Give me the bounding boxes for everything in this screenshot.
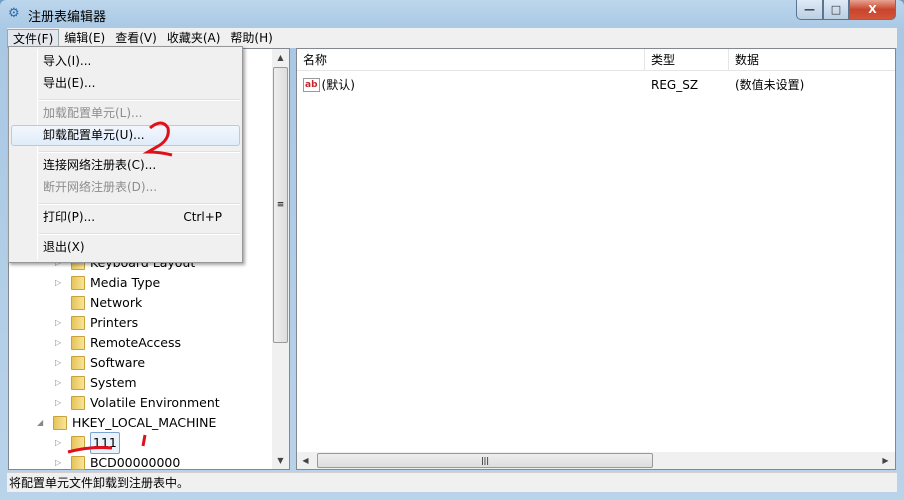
tree-item-label: Software	[90, 355, 146, 370]
menu-item-label: 导入(I)...	[43, 54, 92, 68]
scroll-thumb[interactable]: |||	[317, 453, 653, 468]
string-value-icon: ab	[303, 78, 320, 92]
folder-icon	[71, 396, 85, 410]
minimize-button[interactable]: —	[796, 0, 823, 20]
tree-item-label: BCD00000000	[90, 455, 181, 470]
file-menu-dropdown: 导入(I)... 导出(E)... 加载配置单元(L)... 卸载配置单元(U)...…	[8, 46, 243, 263]
values-pane: 名称 类型 数据 ab (默认) REG_SZ (数值未设置) ◀ ||| ▶	[296, 48, 896, 470]
menu-item-label: 卸载配置单元(U)...	[43, 128, 145, 142]
tree-item-label: System	[90, 375, 137, 390]
menu-separator	[39, 99, 240, 101]
values-horizontal-scrollbar[interactable]: ◀ ||| ▶	[297, 452, 895, 469]
file-menu-item[interactable]: 导入(I)...	[11, 51, 240, 72]
folder-icon	[71, 276, 85, 290]
menu-item-label: 加载配置单元(L)...	[43, 106, 143, 120]
folder-icon	[71, 436, 85, 450]
folder-icon	[71, 376, 85, 390]
registry-app-icon: ⚙	[8, 6, 20, 21]
menu-item-label: 打印(P)...	[43, 210, 96, 224]
menu-help[interactable]: 帮助(H)	[225, 29, 277, 48]
column-headers: 名称 类型 数据	[297, 49, 895, 71]
menu-item-label: 导出(E)...	[43, 76, 96, 90]
scroll-up-arrow-icon[interactable]: ▲	[272, 49, 289, 66]
menu-item-label: 断开网络注册表(D)...	[43, 180, 158, 194]
tree-item[interactable]: ▷ Volatile Environment	[55, 393, 220, 413]
expand-arrow-icon[interactable]: ▷	[55, 393, 67, 413]
value-type: REG_SZ	[651, 78, 699, 92]
menu-item-label: 退出(X)	[43, 240, 85, 254]
menu-separator	[39, 203, 240, 205]
status-bar: 将配置单元文件卸载到注册表中。	[7, 472, 897, 492]
menu-edit[interactable]: 编辑(E)	[59, 29, 110, 48]
tree-item-label: 111	[90, 432, 120, 454]
menu-separator	[39, 233, 240, 235]
tree-item[interactable]: ▷ System	[55, 373, 137, 393]
collapse-arrow-icon[interactable]: ◢	[37, 413, 49, 433]
expand-arrow-icon[interactable]: ▷	[55, 313, 67, 333]
menu-item-label: 连接网络注册表(C)...	[43, 158, 157, 172]
value-name: (默认)	[321, 78, 355, 92]
window-title: 注册表编辑器	[28, 10, 107, 25]
expand-arrow-icon[interactable]: ▷	[55, 453, 67, 473]
folder-icon	[71, 296, 85, 310]
file-menu-item[interactable]: 导出(E)...	[11, 73, 240, 94]
file-menu-item[interactable]: 卸载配置单元(U)...	[11, 125, 240, 146]
menu-separator	[39, 151, 240, 153]
expand-arrow-icon[interactable]: ▷	[55, 433, 67, 453]
scroll-thumb[interactable]: ≡	[273, 67, 288, 343]
expand-arrow-icon[interactable]: ▷	[55, 333, 67, 353]
column-type[interactable]: 类型	[645, 49, 729, 71]
file-menu-item[interactable]: 连接网络注册表(C)...	[11, 155, 240, 176]
value-row[interactable]: ab (默认) REG_SZ (数值未设置)	[297, 75, 895, 95]
tree-item[interactable]: Network	[55, 293, 142, 313]
menu-shortcut: Ctrl+P	[183, 210, 222, 224]
registry-editor-window: ⚙ 注册表编辑器 — □ X 文件(F) 编辑(E) 查看(V) 收藏夹(A) …	[0, 0, 904, 500]
tree-item[interactable]: ▷ Printers	[55, 313, 138, 333]
file-menu-item: 加载配置单元(L)...	[11, 103, 240, 124]
menu-file[interactable]: 文件(F)	[7, 28, 60, 48]
tree-item[interactable]: ▷ Software	[55, 353, 145, 373]
tree-item-label: Network	[90, 295, 143, 310]
file-menu-item[interactable]: 打印(P)... Ctrl+P	[11, 207, 240, 228]
tree-item[interactable]: ▷ Media Type	[55, 273, 160, 293]
tree-item[interactable]: ▷ BCD00000000	[55, 453, 180, 473]
tree-item-label: Printers	[90, 315, 139, 330]
folder-icon	[71, 316, 85, 330]
file-menu-item[interactable]: 退出(X)	[11, 237, 240, 258]
scroll-right-arrow-icon[interactable]: ▶	[877, 452, 894, 469]
title-bar: ⚙ 注册表编辑器 — □ X	[0, 0, 904, 28]
folder-icon	[71, 356, 85, 370]
tree-item-label: RemoteAccess	[90, 335, 182, 350]
folder-icon	[53, 416, 67, 430]
tree-item-label: Media Type	[90, 275, 161, 290]
menu-favorites[interactable]: 收藏夹(A)	[162, 29, 226, 48]
column-name[interactable]: 名称	[297, 49, 645, 71]
tree-item-label: HKEY_LOCAL_MACHINE	[72, 415, 217, 430]
menu-bar: 文件(F) 编辑(E) 查看(V) 收藏夹(A) 帮助(H)	[7, 28, 897, 48]
expand-arrow-icon[interactable]: ▷	[55, 273, 67, 293]
tree-item-label: Volatile Environment	[90, 395, 220, 410]
folder-icon	[71, 456, 85, 470]
column-data[interactable]: 数据	[729, 49, 895, 71]
expand-arrow-icon[interactable]: ▷	[55, 373, 67, 393]
scroll-down-arrow-icon[interactable]: ▼	[272, 452, 289, 469]
expand-arrow-icon[interactable]: ▷	[55, 353, 67, 373]
tree-item[interactable]: ▷ RemoteAccess	[55, 333, 181, 353]
folder-icon	[71, 336, 85, 350]
file-menu-item: 断开网络注册表(D)...	[11, 177, 240, 198]
tree-item[interactable]: ◢ HKEY_LOCAL_MACHINE	[37, 413, 216, 433]
tree-vertical-scrollbar[interactable]: ▲ ≡ ▼	[272, 49, 289, 469]
menu-view[interactable]: 查看(V)	[110, 29, 162, 48]
tree-item[interactable]: ▷ 111	[55, 432, 120, 454]
maximize-button[interactable]: □	[823, 0, 849, 20]
value-data: (数值未设置)	[735, 78, 805, 92]
close-button[interactable]: X	[849, 0, 896, 20]
scroll-left-arrow-icon[interactable]: ◀	[297, 452, 314, 469]
